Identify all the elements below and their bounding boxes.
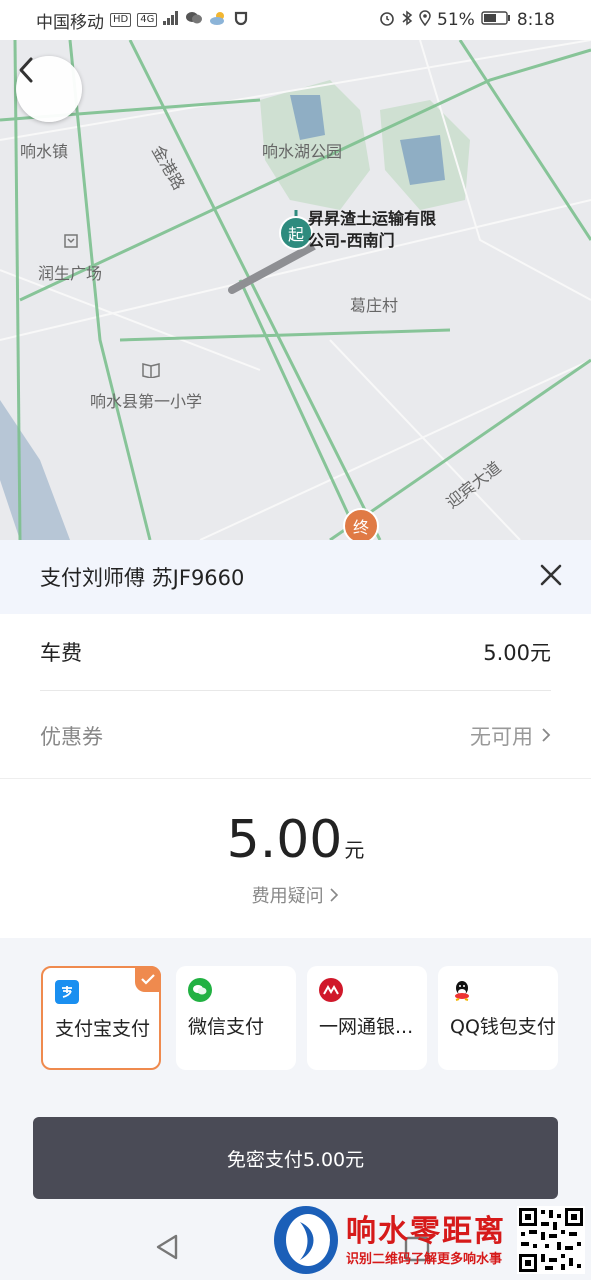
fee-question-label: 费用疑问 bbox=[251, 886, 324, 907]
route-map[interactable]: 响水镇 响水湖公园 金港路 润生广场 葛庄村 响水县第一小学 迎宾大道 起 昇昇… bbox=[0, 40, 591, 540]
coupon-row[interactable]: 优惠券 无可用 bbox=[40, 698, 551, 774]
alarm-icon bbox=[379, 10, 395, 30]
location-icon bbox=[419, 10, 431, 30]
alipay-icon bbox=[55, 980, 79, 1004]
qr-code-icon bbox=[517, 1206, 585, 1274]
map-label-town: 响水镇 bbox=[20, 142, 69, 161]
payment-sheet-header: 支付刘师傅 苏JF9660 bbox=[0, 540, 591, 614]
payment-title: 支付刘师傅 苏JF9660 bbox=[40, 566, 245, 590]
fee-row: 车费 5.00元 bbox=[40, 614, 551, 691]
cmb-icon bbox=[319, 978, 343, 1002]
close-icon bbox=[539, 563, 563, 591]
weather-icon bbox=[209, 11, 227, 29]
watermark-title: 响水零距离 bbox=[346, 1214, 506, 1249]
watermark-logo-icon bbox=[270, 1202, 342, 1282]
battery-icon bbox=[481, 11, 511, 29]
amount-unit: 元 bbox=[344, 838, 365, 862]
wechat-pay-icon bbox=[188, 978, 212, 1002]
carrier-text: 中国移动 bbox=[36, 12, 104, 33]
status-left: 中国移动 HD 4G bbox=[0, 8, 249, 33]
wechat-notify-icon bbox=[185, 11, 203, 29]
fee-question-link[interactable]: 费用疑问 bbox=[0, 882, 591, 908]
back-button[interactable] bbox=[16, 56, 82, 122]
map-label-school: 响水县第一小学 bbox=[90, 392, 203, 411]
nav-back-icon[interactable] bbox=[152, 1232, 182, 1266]
qq-wallet-icon bbox=[450, 978, 474, 1002]
map-label-village: 葛庄村 bbox=[350, 296, 399, 315]
fee-label: 车费 bbox=[40, 641, 82, 665]
clock-time: 8:18 bbox=[516, 10, 555, 30]
network-badge: 4G bbox=[137, 13, 158, 27]
map-label-plaza: 润生广场 bbox=[38, 264, 103, 283]
payment-method-cmb[interactable]: 一网通银... bbox=[307, 966, 427, 1070]
method-label: 一网通银... bbox=[319, 1016, 414, 1038]
payment-method-alipay[interactable]: 支付宝支付 bbox=[41, 966, 161, 1070]
signal-icon bbox=[163, 11, 179, 29]
amount-value: 5.00 bbox=[226, 810, 343, 870]
pay-button[interactable]: 免密支付5.00元 bbox=[33, 1117, 558, 1199]
watermark-subtitle: 识别二维码了解更多响水事 bbox=[346, 1252, 503, 1267]
payment-method-qq[interactable]: QQ钱包支付 bbox=[438, 966, 558, 1070]
payment-method-wechat[interactable]: 微信支付 bbox=[176, 966, 296, 1070]
method-label: 支付宝支付 bbox=[55, 1018, 151, 1040]
close-button[interactable] bbox=[521, 547, 581, 607]
check-icon bbox=[135, 966, 161, 992]
bluetooth-icon bbox=[401, 10, 413, 30]
chevron-right-icon bbox=[329, 886, 339, 907]
watermark-banner: 响水零距离 识别二维码了解更多响水事 bbox=[270, 1200, 591, 1280]
coupon-value-wrap: 无可用 bbox=[470, 721, 551, 751]
divider bbox=[0, 778, 591, 779]
fee-value: 5.00元 bbox=[483, 641, 551, 665]
status-right: 51% 8:18 bbox=[379, 10, 591, 30]
hd-badge: HD bbox=[110, 13, 132, 27]
total-amount: 5.00 元 bbox=[0, 810, 591, 870]
chevron-right-icon bbox=[541, 724, 551, 748]
battery-percent: 51% bbox=[437, 10, 475, 30]
coupon-label: 优惠券 bbox=[40, 725, 103, 749]
coupon-value: 无可用 bbox=[470, 725, 533, 749]
pickup-location-label: 昇昇渣土运输有限公司-西南门 bbox=[308, 209, 437, 250]
status-bar: 中国移动 HD 4G 51% 8:18 bbox=[0, 0, 591, 40]
map-label-park: 响水湖公园 bbox=[262, 142, 343, 161]
map-canvas bbox=[0, 40, 591, 540]
method-label: QQ钱包支付 bbox=[450, 1016, 556, 1038]
app-notify-icon bbox=[233, 10, 249, 30]
end-marker: 终 bbox=[343, 508, 379, 540]
method-label: 微信支付 bbox=[188, 1016, 265, 1038]
